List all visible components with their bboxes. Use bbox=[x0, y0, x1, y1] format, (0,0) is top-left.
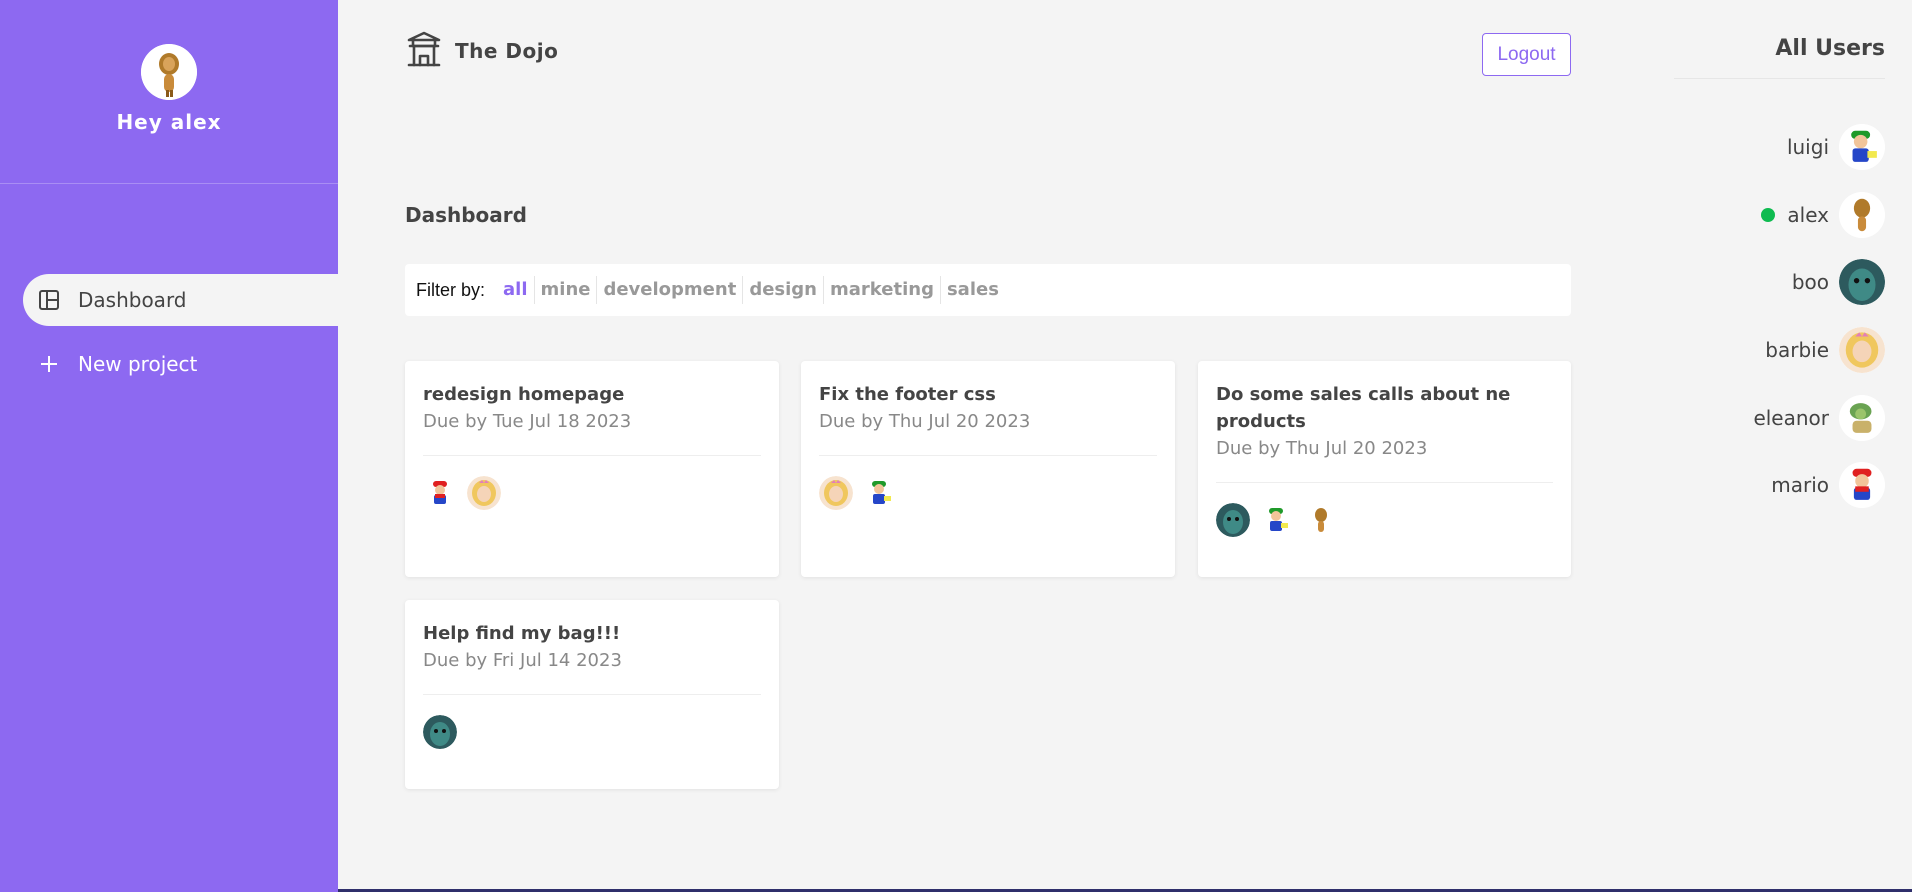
assignee-list bbox=[1216, 503, 1553, 537]
filter-mine[interactable]: mine bbox=[535, 276, 598, 304]
project-title: Help find my bag!!! bbox=[423, 623, 621, 644]
filter-all[interactable]: all bbox=[497, 276, 535, 304]
divider bbox=[423, 694, 761, 695]
user-name: luigi bbox=[1786, 135, 1829, 159]
user-item: mario bbox=[1771, 462, 1885, 508]
avatar-boo bbox=[1839, 259, 1885, 305]
project-card[interactable]: Help find my bag!!! Due by Fri Jul 14 20… bbox=[405, 600, 779, 789]
plus-icon bbox=[38, 353, 60, 375]
project-card[interactable]: Do some sales calls about ne products Du… bbox=[1198, 361, 1571, 577]
filter-sales[interactable]: sales bbox=[941, 276, 1005, 304]
greeting: Hey alex bbox=[116, 110, 222, 134]
temple-icon bbox=[405, 30, 443, 72]
avatar-luigi bbox=[1260, 503, 1294, 537]
logout-button[interactable]: Logout bbox=[1482, 33, 1571, 76]
nav-label: New project bbox=[78, 352, 198, 376]
nav-label: Dashboard bbox=[78, 288, 187, 312]
project-due-date: Due by Fri Jul 14 2023 bbox=[423, 650, 622, 671]
user-name: eleanor bbox=[1753, 406, 1829, 430]
avatar-barbie bbox=[1839, 327, 1885, 373]
nav-dashboard[interactable]: Dashboard bbox=[23, 274, 338, 326]
user-item: boo bbox=[1792, 259, 1885, 305]
project-filter: Filter by: all mine development design m… bbox=[405, 264, 1571, 316]
user-name: barbie bbox=[1765, 338, 1829, 362]
avatar-barbie bbox=[819, 476, 853, 510]
avatar-luigi bbox=[1839, 124, 1885, 170]
avatar-mario bbox=[423, 476, 457, 510]
project-title: Do some sales calls about ne products bbox=[1216, 384, 1511, 432]
user-item: eleanor bbox=[1753, 395, 1885, 441]
page-title: Dashboard bbox=[405, 203, 527, 227]
avatar-eleanor bbox=[1839, 395, 1885, 441]
project-title: Fix the footer css bbox=[819, 384, 996, 405]
avatar-mario bbox=[1839, 462, 1885, 508]
nav-new-project[interactable]: New project bbox=[23, 338, 338, 390]
brand-title: The Dojo bbox=[455, 39, 559, 63]
user-item: luigi bbox=[1787, 124, 1885, 170]
users-panel: All Users luigi alex boo barbie eleanor … bbox=[1640, 0, 1912, 892]
avatar-barbie bbox=[467, 476, 501, 510]
assignee-list bbox=[819, 476, 1157, 510]
project-due-date: Due by Thu Jul 20 2023 bbox=[1216, 438, 1428, 459]
user-name: boo bbox=[1791, 270, 1829, 294]
user-item: barbie bbox=[1765, 327, 1885, 373]
divider bbox=[423, 455, 761, 456]
project-due-date: Due by Thu Jul 20 2023 bbox=[819, 411, 1031, 432]
avatar-luigi bbox=[863, 476, 897, 510]
assignee-list bbox=[423, 715, 761, 749]
user-name: mario bbox=[1771, 473, 1829, 497]
project-due-date: Due by Tue Jul 18 2023 bbox=[423, 411, 632, 432]
avatar-alex bbox=[1304, 503, 1338, 537]
project-card[interactable]: redesign homepage Due by Tue Jul 18 2023 bbox=[405, 361, 779, 577]
project-card[interactable]: Fix the footer css Due by Thu Jul 20 202… bbox=[801, 361, 1175, 577]
filter-development[interactable]: development bbox=[597, 276, 744, 304]
users-title: All Users bbox=[1775, 36, 1885, 61]
divider bbox=[1674, 78, 1885, 79]
divider bbox=[1216, 482, 1553, 483]
user-item: alex bbox=[1761, 192, 1885, 238]
avatar-alex bbox=[1839, 192, 1885, 238]
user-name: alex bbox=[1787, 203, 1829, 227]
filter-design[interactable]: design bbox=[743, 276, 824, 304]
filter-marketing[interactable]: marketing bbox=[824, 276, 941, 304]
assignee-list bbox=[423, 476, 761, 510]
project-title: redesign homepage bbox=[423, 384, 625, 405]
online-indicator bbox=[1761, 208, 1776, 222]
sidebar: Hey alex Dashboard New project bbox=[0, 0, 338, 892]
avatar-boo bbox=[423, 715, 457, 749]
filter-label: Filter by: bbox=[416, 279, 486, 300]
brand[interactable]: The Dojo bbox=[405, 30, 558, 72]
user-avatar bbox=[141, 44, 197, 100]
dashboard-icon bbox=[38, 289, 60, 311]
avatar-boo bbox=[1216, 503, 1250, 537]
divider bbox=[819, 455, 1157, 456]
